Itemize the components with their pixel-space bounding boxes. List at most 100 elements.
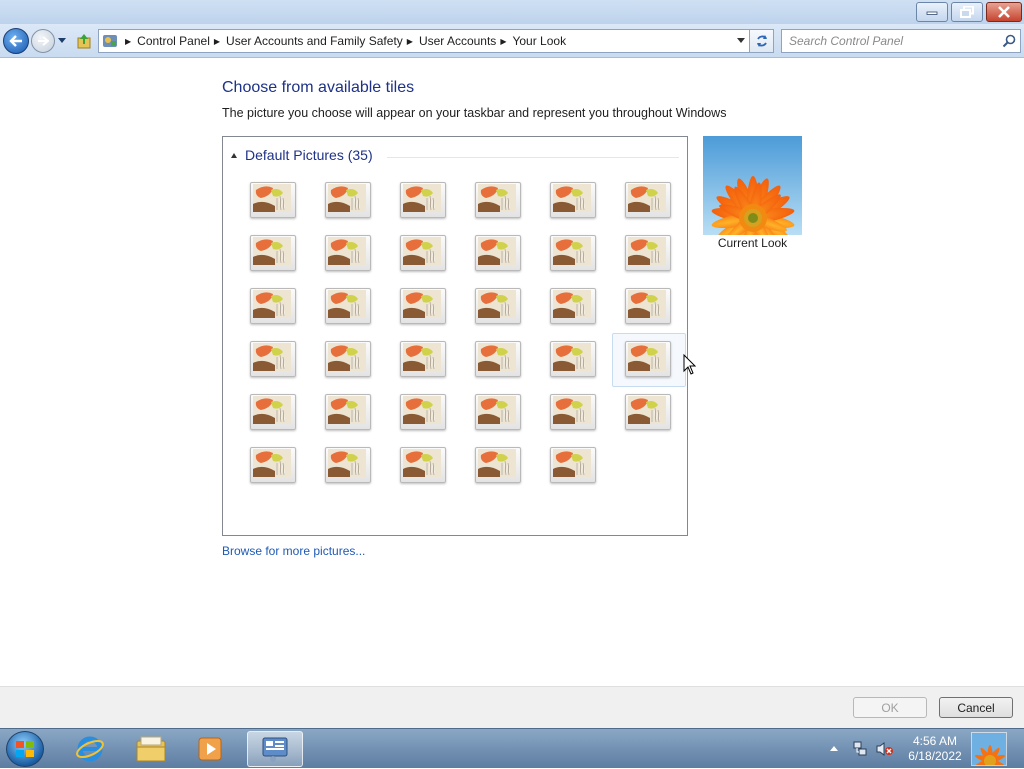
address-dropdown-icon[interactable] <box>737 38 745 43</box>
navigation-bar: ▶ Control Panel ▶ User Accounts and Fami… <box>0 24 1024 58</box>
flower-thumbnail-icon <box>628 290 666 318</box>
windows-explorer-icon <box>136 736 166 762</box>
user-picture-thumbnail[interactable] <box>971 732 1007 766</box>
close-icon <box>998 6 1010 18</box>
dialog-button-bar: OK Cancel <box>0 686 1024 728</box>
picture-tile[interactable] <box>249 181 297 219</box>
flower-thumbnail-icon <box>253 396 291 424</box>
flower-thumbnail-icon <box>478 184 516 212</box>
control-panel-icon <box>262 737 288 762</box>
picture-tile[interactable] <box>249 287 297 325</box>
flower-thumbnail-icon <box>403 449 441 477</box>
flower-thumbnail-icon <box>253 237 291 265</box>
picture-tile[interactable] <box>612 333 686 387</box>
minimize-button[interactable] <box>916 2 948 22</box>
flower-thumbnail-icon <box>328 396 366 424</box>
picture-tile[interactable] <box>474 287 522 325</box>
flower-thumbnail-icon <box>628 396 666 424</box>
picture-tile[interactable] <box>399 287 447 325</box>
picture-tile[interactable] <box>399 181 447 219</box>
flower-thumbnail-icon <box>253 449 291 477</box>
back-button[interactable] <box>3 28 29 54</box>
search-input[interactable] <box>789 34 999 48</box>
flower-thumbnail-icon <box>553 343 591 371</box>
close-button[interactable] <box>986 2 1022 22</box>
picture-tile[interactable] <box>474 446 522 484</box>
picture-tile[interactable] <box>324 181 372 219</box>
breadcrumb-user-accounts-family-safety[interactable]: User Accounts and Family Safety <box>226 34 403 48</box>
flower-thumbnail-icon <box>553 184 591 212</box>
picture-tile[interactable] <box>324 340 372 378</box>
picture-tile[interactable] <box>624 181 672 219</box>
flower-thumbnail-icon <box>328 290 366 318</box>
picture-tile[interactable] <box>549 446 597 484</box>
picture-tile[interactable] <box>249 340 297 378</box>
flower-thumbnail-icon <box>403 290 441 318</box>
restore-button[interactable] <box>951 2 983 22</box>
breadcrumb-user-accounts[interactable]: User Accounts <box>419 34 496 48</box>
ok-button[interactable]: OK <box>853 697 927 718</box>
chevron-right-icon[interactable]: ▶ <box>214 37 220 46</box>
clock[interactable]: 4:56 AM 6/18/2022 <box>900 734 970 764</box>
picture-tile[interactable] <box>624 393 672 431</box>
picture-tile[interactable] <box>474 181 522 219</box>
picture-tile[interactable] <box>399 393 447 431</box>
recent-pages-button[interactable] <box>57 36 67 46</box>
picture-tile[interactable] <box>624 234 672 272</box>
cancel-button[interactable]: Cancel <box>939 697 1013 718</box>
picture-tile[interactable] <box>249 446 297 484</box>
picture-tile[interactable] <box>324 446 372 484</box>
flower-thumbnail-icon <box>328 343 366 371</box>
picture-tile[interactable] <box>549 287 597 325</box>
picture-tile[interactable] <box>549 340 597 378</box>
group-header-default-pictures[interactable]: Default Pictures (35) <box>231 147 373 163</box>
taskbar: 4:56 AM 6/18/2022 <box>0 728 1024 768</box>
picture-tile[interactable] <box>549 181 597 219</box>
chevron-down-icon <box>58 38 66 43</box>
flower-thumbnail-icon <box>478 396 516 424</box>
refresh-button[interactable] <box>750 29 774 53</box>
volume-muted-icon[interactable] <box>876 741 894 757</box>
taskbar-media-player[interactable] <box>182 731 238 767</box>
page-description: The picture you choose will appear on yo… <box>222 106 727 120</box>
picture-tile[interactable] <box>399 234 447 272</box>
search-box[interactable] <box>781 29 1021 53</box>
start-button[interactable] <box>6 731 44 767</box>
address-bar[interactable]: ▶ Control Panel ▶ User Accounts and Fami… <box>98 29 750 53</box>
picture-tile[interactable] <box>324 287 372 325</box>
breadcrumb-control-panel[interactable]: Control Panel <box>137 34 210 48</box>
breadcrumb-your-look[interactable]: Your Look <box>512 34 566 48</box>
taskbar-internet-explorer[interactable] <box>62 731 118 767</box>
control-panel-window: ▶ Control Panel ▶ User Accounts and Fami… <box>0 0 1024 728</box>
flower-thumbnail-icon <box>328 237 366 265</box>
picture-tile[interactable] <box>399 446 447 484</box>
picture-tile[interactable] <box>249 393 297 431</box>
search-icon[interactable] <box>1002 34 1016 48</box>
show-hidden-icons-icon[interactable] <box>830 746 838 751</box>
windows-logo-icon <box>16 741 34 757</box>
chevron-right-icon[interactable]: ▶ <box>500 37 506 46</box>
up-button[interactable] <box>74 31 94 51</box>
page-title: Choose from available tiles <box>222 79 415 96</box>
picture-tile[interactable] <box>474 234 522 272</box>
picture-tile[interactable] <box>399 340 447 378</box>
taskbar-windows-explorer[interactable] <box>123 731 179 767</box>
picture-tile[interactable] <box>324 393 372 431</box>
picture-tile[interactable] <box>549 393 597 431</box>
chevron-right-icon[interactable]: ▶ <box>407 37 413 46</box>
picture-tile[interactable] <box>474 393 522 431</box>
picture-tile[interactable] <box>324 234 372 272</box>
orange-flower-image <box>703 136 802 235</box>
picture-tile[interactable] <box>474 340 522 378</box>
picture-tile[interactable] <box>549 234 597 272</box>
flower-thumbnail-icon <box>403 237 441 265</box>
network-icon[interactable] <box>852 741 868 757</box>
browse-more-pictures-link[interactable]: Browse for more pictures... <box>222 544 365 558</box>
collapse-arrow-icon[interactable] <box>231 152 237 158</box>
flower-thumbnail-icon <box>403 343 441 371</box>
picture-tile[interactable] <box>624 287 672 325</box>
flower-thumbnail-icon <box>403 396 441 424</box>
taskbar-control-panel[interactable] <box>247 731 303 767</box>
forward-button[interactable] <box>31 29 55 53</box>
picture-tile[interactable] <box>249 234 297 272</box>
